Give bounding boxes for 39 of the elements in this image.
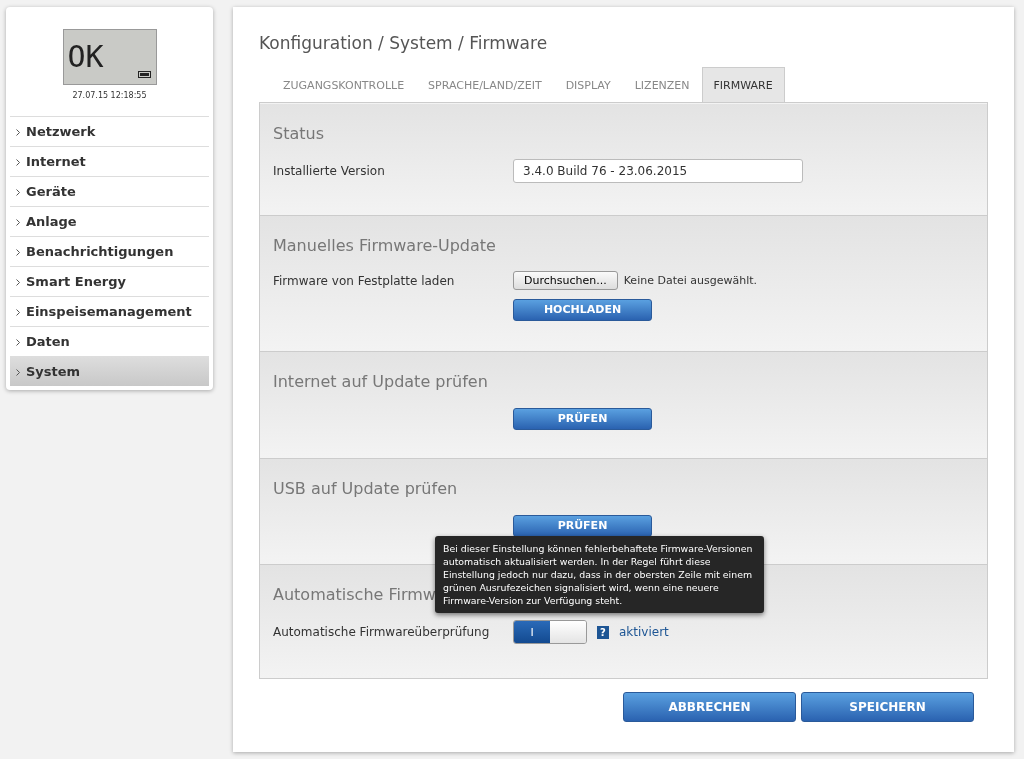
chevron-icon — [16, 339, 20, 346]
status-text: aktiviert — [619, 625, 669, 639]
section-title: Automatische Firmw — [273, 585, 436, 604]
check-button[interactable]: PRÜFEN — [513, 514, 652, 537]
cancel-button[interactable]: ABBRECHEN — [623, 692, 796, 722]
chevron-icon — [16, 249, 20, 256]
field-label: Installierte Version — [273, 164, 386, 178]
toggle-switch[interactable]: I — [513, 620, 587, 644]
field-label: Automatische Firmwareüberprüfung — [273, 625, 491, 639]
chevron-icon — [16, 309, 20, 316]
browse-button[interactable]: Durchsuchen... — [513, 271, 618, 290]
tooltip: Bei dieser Einstellung können fehlerbehaftete Firmware-Versionen automatisch aktualisiert werden. In der Regel führt diese Einstellung jedoch nur dazu, dass in der obersten Zeile mit einem grünen Ausrufezeichen signalisiert wird, wenn eine neuere Firmware-Version zur Verfügung steht. — [435, 536, 764, 613]
chevron-icon — [16, 189, 20, 196]
tab[interactable]: SPRACHE/LAND/ZEIT — [416, 67, 554, 102]
chevron-icon — [16, 129, 20, 136]
version-field[interactable]: 3.4.0 Build 76 - 23.06.2015 — [513, 159, 803, 183]
battery-icon — [137, 71, 152, 78]
display-reading: OK — [67, 42, 104, 72]
tab[interactable]: DISPLAY — [553, 67, 623, 102]
section-title: Internet auf Update prüfen — [273, 372, 488, 391]
timestamp: 27.07.15 12:18:55 — [71, 91, 148, 100]
file-status: Keine Datei ausgewählt. — [623, 274, 758, 287]
section-title: Manuelles Firmware-Update — [273, 236, 496, 255]
help-icon[interactable]: ? — [597, 625, 609, 639]
tab[interactable]: FIRMWARE — [701, 67, 785, 102]
chevron-icon — [16, 369, 20, 376]
upload-button[interactable]: HOCHLADEN — [513, 298, 652, 321]
field-label: Firmware von Festplatte laden — [273, 273, 456, 288]
tab[interactable]: ZUGANGSKONTROLLE — [271, 67, 417, 102]
chevron-icon — [16, 219, 20, 226]
section-title: Status — [273, 124, 324, 143]
section-title: USB auf Update prüfen — [273, 479, 458, 498]
tab[interactable]: LIZENZEN — [622, 67, 702, 102]
nav-item[interactable]: System — [10, 356, 209, 386]
check-button[interactable]: PRÜFEN — [513, 407, 652, 430]
chevron-icon — [16, 159, 20, 166]
breadcrumb: Konfiguration / System / Firmware — [259, 33, 549, 53]
save-button[interactable]: SPEICHERN — [801, 692, 974, 722]
chevron-icon — [16, 279, 20, 286]
